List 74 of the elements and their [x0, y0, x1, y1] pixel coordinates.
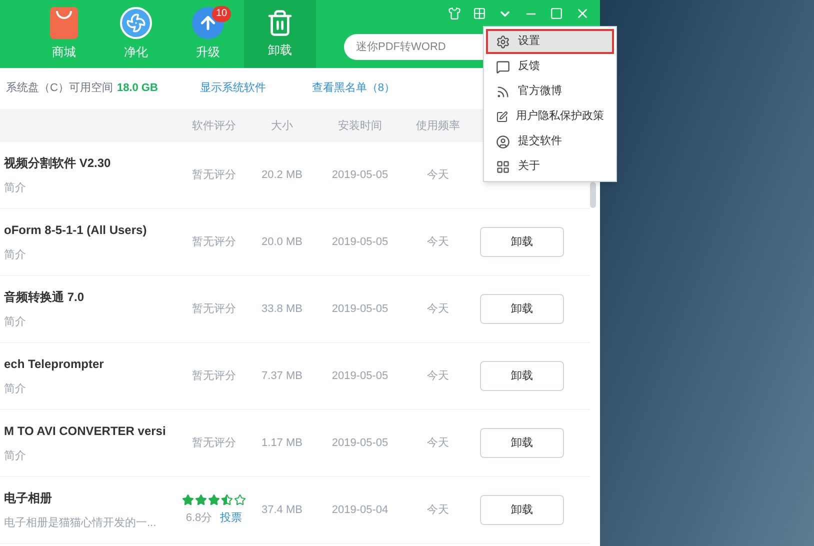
- half-star-icon: [221, 494, 233, 506]
- gear-icon: [496, 34, 510, 48]
- software-description: 简介: [4, 248, 27, 263]
- chat-bubble-icon: [496, 60, 510, 74]
- software-rating: 暂无评分: [192, 168, 236, 183]
- skin-icon[interactable]: [448, 7, 461, 20]
- software-name: 音频转换通 7.0: [4, 288, 86, 306]
- uninstall-button[interactable]: 卸载: [480, 428, 564, 458]
- menu-item[interactable]: 关于: [486, 154, 614, 179]
- menu-item[interactable]: 提交软件: [486, 129, 614, 154]
- usage-frequency: 今天: [426, 168, 450, 183]
- trash-icon: [266, 9, 294, 37]
- uninstall-button[interactable]: 卸载: [480, 227, 564, 257]
- star-icon: [195, 494, 207, 506]
- maximize-icon[interactable]: [550, 7, 563, 20]
- software-rating: 暂无评分: [192, 368, 236, 384]
- install-date: 2019-05-05: [330, 368, 390, 384]
- column-header: 大小: [270, 118, 294, 134]
- usage-frequency: 今天: [426, 368, 450, 384]
- star-icon: [208, 494, 220, 506]
- software-size: 20.2 MB: [260, 168, 304, 183]
- scrollbar[interactable]: [590, 182, 596, 208]
- edit-icon: [496, 110, 508, 124]
- install-date: 2019-05-05: [330, 436, 390, 451]
- shopping-bag-icon: [50, 7, 78, 39]
- software-size: 7.37 MB: [260, 368, 304, 384]
- software-description: 简介: [4, 382, 27, 397]
- install-date: 2019-05-05: [330, 168, 390, 183]
- software-size: 33.8 MB: [260, 302, 304, 317]
- usage-frequency: 今天: [426, 234, 450, 250]
- software-description: 简介: [4, 314, 27, 330]
- disk-free-value: 18.0 GB: [116, 81, 158, 96]
- software-description: 简介: [4, 448, 27, 464]
- software-size: 1.17 MB: [260, 436, 304, 451]
- menu-item[interactable]: 用户隐私保护政策: [486, 104, 614, 129]
- software-name: M TO AVI CONVERTER versi: [4, 422, 167, 440]
- software-rating: 暂无评分: [192, 234, 236, 250]
- usage-frequency: 今天: [426, 302, 450, 317]
- software-rating: 暂无评分: [192, 436, 236, 451]
- install-date: 2019-05-05: [330, 234, 390, 250]
- menu-item[interactable]: 官方微博: [486, 79, 614, 104]
- vote-link[interactable]: 投票: [220, 510, 242, 526]
- software-rating: 暂无评分: [192, 302, 236, 317]
- install-date: 2019-05-05: [330, 302, 390, 317]
- column-header: 安装时间: [337, 118, 383, 134]
- software-description: 简介: [4, 180, 27, 196]
- software-name: ech Teleprompter: [4, 356, 105, 373]
- software-name: 视频分割软件 V2.30: [4, 154, 112, 172]
- column-header: 软件评分: [191, 118, 237, 134]
- rating-score: 6.8分: [186, 510, 212, 526]
- star-outline-icon: [234, 494, 246, 506]
- install-date: 2019-05-04: [330, 502, 390, 518]
- close-icon[interactable]: [575, 6, 590, 21]
- software-description: 电子相册是猫猫心情开发的一...: [4, 516, 158, 531]
- fan-icon: [120, 7, 152, 39]
- grid-icon: [496, 160, 510, 174]
- uninstall-button[interactable]: 卸载: [480, 294, 564, 324]
- nav-tab[interactable]: 升级 10: [172, 0, 244, 68]
- disk-space-label: 系统盘（C）可用空间: [5, 80, 113, 96]
- notification-badge: 10: [212, 6, 232, 22]
- software-size: 37.4 MB: [260, 502, 304, 518]
- uninstall-button[interactable]: 卸载: [480, 361, 564, 391]
- apps-icon[interactable]: [473, 7, 486, 20]
- usage-frequency: 今天: [426, 436, 450, 451]
- software-name: 电子相册: [4, 490, 53, 507]
- uninstall-button[interactable]: 卸载: [480, 495, 564, 525]
- software-size: 20.0 MB: [260, 234, 304, 250]
- feed-icon: [496, 84, 510, 98]
- star-icon: [182, 494, 194, 506]
- column-header: 使用频率: [415, 118, 461, 134]
- usage-frequency: 今天: [426, 502, 450, 518]
- circle-icon: [496, 134, 510, 148]
- software-name: oForm 8-5-1-1 (All Users): [4, 222, 148, 239]
- menu-item[interactable]: 设置: [486, 29, 614, 54]
